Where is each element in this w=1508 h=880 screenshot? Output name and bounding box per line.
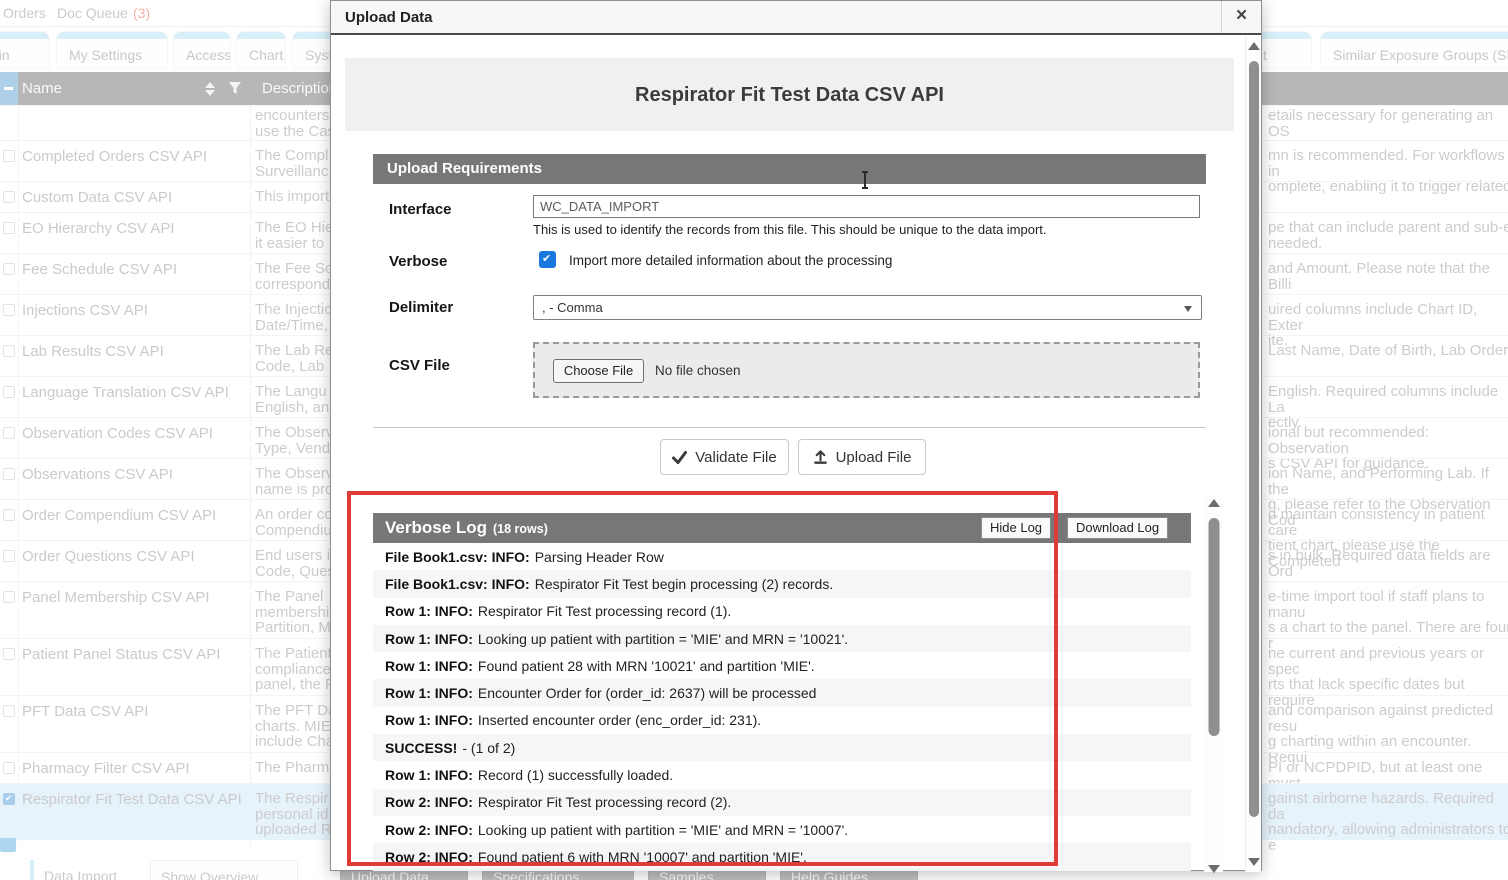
scroll-up-arrow-icon[interactable]: [1204, 496, 1223, 510]
log-row-text: Looking up patient with partition = 'MIE…: [478, 822, 848, 838]
interface-help-text: This is used to identify the records fro…: [533, 222, 1047, 237]
log-row: Row 1: INFO: Encounter Order for (order_…: [373, 679, 1191, 706]
log-row: Row 1: INFO: Found patient 28 with MRN '…: [373, 652, 1191, 679]
log-row-text: Found patient 6 with MRN '10007' and par…: [478, 849, 807, 865]
validate-file-label: Validate File: [695, 449, 776, 466]
upload-file-label: Upload File: [836, 449, 912, 466]
log-row-prefix: File Book1.csv: INFO:: [385, 576, 530, 592]
modal-title: Upload Data: [345, 9, 433, 26]
interface-input[interactable]: [533, 195, 1200, 218]
log-row-text: Parsing Header Row: [535, 549, 664, 565]
csv-file-label: CSV File: [389, 357, 450, 374]
upload-data-modal: Upload Data × Respirator Fit Test Data C…: [330, 0, 1262, 871]
log-row-prefix: File Book1.csv: INFO:: [385, 549, 530, 565]
scroll-down-arrow-icon[interactable]: [1204, 862, 1223, 876]
verbose-log-title: Verbose Log: [385, 518, 487, 538]
log-row: Row 1: INFO: Inserted encounter order (e…: [373, 707, 1191, 734]
log-row-text: Found patient 28 with MRN '10021' and pa…: [478, 658, 815, 674]
modal-title-bar[interactable]: Upload Data: [331, 1, 1261, 35]
verbose-log-row-count: (18 rows): [493, 522, 548, 536]
log-row-prefix: Row 1: INFO:: [385, 631, 473, 647]
log-row-prefix: Row 2: INFO:: [385, 849, 473, 865]
verbose-log-header: Verbose Log (18 rows) Hide Log Download …: [373, 513, 1191, 543]
log-row-text: Encounter Order for (order_id: 2637) wil…: [478, 685, 817, 701]
log-scrollbar-thumb[interactable]: [1208, 518, 1219, 736]
log-row-prefix: Row 2: INFO:: [385, 794, 473, 810]
scroll-up-arrow-icon[interactable]: [1246, 39, 1261, 53]
log-row-prefix: Row 2: INFO:: [385, 822, 473, 838]
log-scrollbar: [1204, 496, 1223, 872]
upload-requirements-header: Upload Requirements: [373, 154, 1206, 184]
log-row-text: Record (1) successfully loaded.: [478, 767, 673, 783]
api-title-banner: Respirator Fit Test Data CSV API: [345, 58, 1234, 131]
interface-label: Interface: [389, 201, 452, 218]
hide-log-button[interactable]: Hide Log: [981, 517, 1051, 539]
log-row: Row 1: INFO: Respirator Fit Test process…: [373, 598, 1191, 625]
scroll-down-arrow-icon[interactable]: [1246, 855, 1261, 869]
log-row-prefix: Row 1: INFO:: [385, 767, 473, 783]
log-row-text: Inserted encounter order (enc_order_id: …: [478, 712, 761, 728]
verbose-log-list: File Book1.csv: INFO: Parsing Header Row…: [373, 543, 1191, 872]
verbose-checkbox[interactable]: [539, 251, 556, 268]
divider: [373, 427, 1206, 428]
log-row-text: Respirator Fit Test processing record (1…: [478, 603, 731, 619]
modal-scrollbar: [1245, 37, 1261, 872]
log-row: SUCCESS! - (1 of 2): [373, 734, 1191, 761]
verbose-checkbox-label: Import more detailed information about t…: [569, 253, 892, 268]
log-row: Row 1: INFO: Record (1) successfully loa…: [373, 761, 1191, 788]
upload-file-button[interactable]: Upload File: [798, 439, 926, 475]
close-icon[interactable]: ×: [1221, 1, 1261, 33]
delimiter-select[interactable]: , - Comma: [533, 295, 1202, 320]
file-drop-zone[interactable]: Choose File No file chosen: [533, 342, 1200, 398]
log-row-text: Respirator Fit Test begin processing (2)…: [535, 576, 834, 592]
validate-file-button[interactable]: Validate File: [660, 439, 789, 475]
delimiter-selected-value: , - Comma: [542, 300, 603, 315]
log-row-prefix: Row 1: INFO:: [385, 712, 473, 728]
api-title: Respirator Fit Test Data CSV API: [345, 84, 1234, 107]
log-row-text: - (1 of 2): [462, 740, 515, 756]
chevron-down-icon: [1184, 306, 1192, 312]
log-row-text: Respirator Fit Test processing record (2…: [478, 794, 731, 810]
log-row: Row 1: INFO: Looking up patient with par…: [373, 625, 1191, 652]
screen: Orders Doc Queue (3) nin ↗ My Settings ↗…: [0, 0, 1508, 880]
log-row: Row 2: INFO: Found patient 6 with MRN '1…: [373, 843, 1191, 870]
choose-file-button[interactable]: Choose File: [553, 359, 644, 383]
log-row: File Book1.csv: INFO: Respirator Fit Tes…: [373, 570, 1191, 597]
log-row-prefix: Row 1: INFO:: [385, 685, 473, 701]
log-row: File Book1.csv: INFO: Parsing Header Row: [373, 543, 1191, 570]
log-row-prefix: SUCCESS!: [385, 740, 457, 756]
log-row: Row 2: INFO: Looking up patient with par…: [373, 816, 1191, 843]
log-row-prefix: Row 1: INFO:: [385, 658, 473, 674]
log-row-prefix: Row 1: INFO:: [385, 603, 473, 619]
verbose-label: Verbose: [389, 253, 447, 270]
file-status-text: No file chosen: [655, 363, 741, 378]
text-cursor: [864, 172, 866, 188]
upload-icon: [813, 450, 828, 465]
download-log-button[interactable]: Download Log: [1067, 517, 1168, 539]
log-row: Row 2: INFO: Respirator Fit Test process…: [373, 789, 1191, 816]
modal-scrollbar-thumb[interactable]: [1249, 61, 1259, 817]
log-row-text: Looking up patient with partition = 'MIE…: [478, 631, 848, 647]
delimiter-label: Delimiter: [389, 299, 453, 316]
check-icon: [672, 451, 687, 464]
